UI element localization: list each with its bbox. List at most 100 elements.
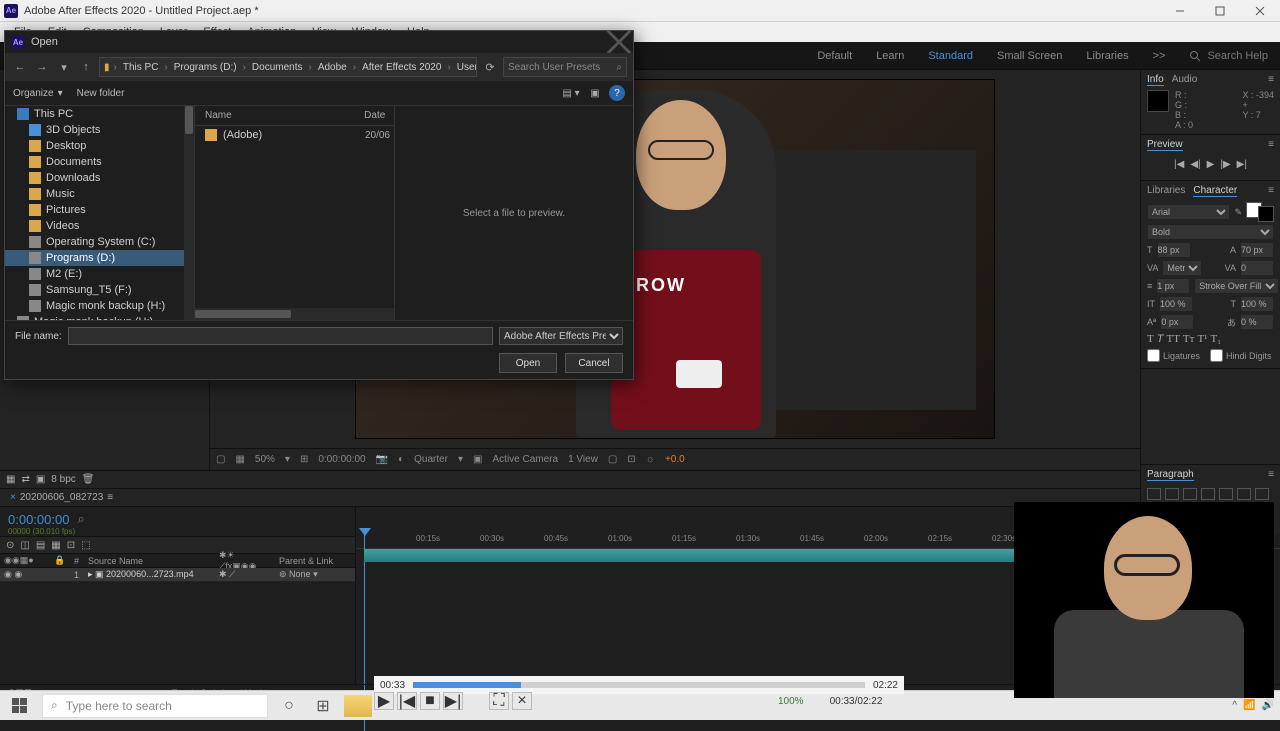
font-weight-select[interactable]: Bold (1147, 224, 1274, 240)
quality-dropdown-icon[interactable]: ▾ (458, 454, 463, 465)
tl-tool-icon[interactable]: ⬚ (81, 540, 90, 551)
tree-item[interactable]: Magic monk backup (H:) (5, 314, 194, 320)
timeline-timecode[interactable]: 0:00:00:00 (8, 512, 69, 527)
workspace-standard[interactable]: Standard (916, 50, 985, 62)
tab-libraries[interactable]: Libraries (1147, 185, 1185, 197)
hscale-input[interactable] (1240, 296, 1274, 312)
zoom-dropdown-icon[interactable]: ▾ (285, 454, 290, 465)
viewer-timecode[interactable]: 0:00:00:00 (318, 454, 365, 465)
tree-item[interactable]: M2 (E:) (5, 266, 194, 282)
type-regular-icon[interactable]: T (1147, 333, 1154, 345)
close-media-button[interactable]: × (512, 692, 532, 710)
start-button[interactable] (0, 691, 38, 721)
render-queue-icon[interactable]: ▦ (6, 474, 15, 485)
dialog-close-button[interactable] (605, 31, 633, 53)
workspace-default[interactable]: Default (805, 50, 864, 62)
tab-paragraph[interactable]: Paragraph (1147, 469, 1194, 481)
preview-pane-button[interactable]: ▣ (585, 84, 605, 102)
organize-button[interactable]: Organize ▾ (13, 88, 63, 99)
tab-info[interactable]: Info (1147, 74, 1164, 86)
new-folder-button[interactable]: New folder (77, 88, 125, 99)
flow-icon[interactable]: ⇄ (21, 474, 29, 485)
vscale-input[interactable] (1159, 296, 1193, 312)
quality-dropdown[interactable]: Quarter (414, 454, 448, 465)
trash-icon[interactable]: 🗑 (82, 474, 95, 485)
grid-icon[interactable]: ▦ (235, 454, 244, 465)
align-left-icon[interactable] (1147, 488, 1161, 500)
nav-recent-button[interactable]: ▾ (55, 58, 73, 76)
system-tray[interactable]: ^ 📶 🔊 (1232, 700, 1280, 711)
views-dropdown[interactable]: 1 View (568, 454, 598, 465)
layer-row[interactable]: ◉ ◉ 1 ▸ ▣ 20200060...2723.mp4 ✱ ⟋ ⊚ None… (0, 568, 355, 582)
breadcrumb[interactable]: ▮› This PC› Programs (D:)› Documents› Ad… (99, 57, 477, 77)
col-header-date[interactable]: Date (364, 110, 394, 121)
workspace-more[interactable]: >> (1141, 50, 1178, 62)
tray-volume-icon[interactable]: 🔊 (1262, 700, 1274, 711)
open-button[interactable]: Open (499, 353, 557, 373)
workspace-small-screen[interactable]: Small Screen (985, 50, 1074, 62)
stop-button[interactable]: ■ (420, 692, 440, 710)
scrollbar-thumb[interactable] (185, 106, 193, 134)
hindi-checkbox[interactable]: Hindi Digits (1210, 349, 1272, 362)
tree-item[interactable]: Desktop (5, 138, 194, 154)
tree-item[interactable]: Downloads (5, 170, 194, 186)
preview-next-icon[interactable]: |▶ (1220, 159, 1230, 170)
view-icon[interactable]: ▢ (608, 454, 617, 465)
justify-right-icon[interactable] (1237, 488, 1251, 500)
nav-up-button[interactable]: ↑ (77, 58, 95, 76)
panel-menu-icon[interactable]: ≡ (1268, 185, 1274, 197)
tree-item[interactable]: Documents (5, 154, 194, 170)
panel-menu-icon[interactable]: ≡ (1268, 139, 1274, 151)
transparency-icon[interactable]: ▣ (473, 454, 482, 465)
tree-item[interactable]: Magic monk backup (H:) (5, 298, 194, 314)
bpc-label[interactable]: 8 bpc (51, 474, 75, 485)
file-list[interactable]: Name Date (Adobe) 20/06 (195, 106, 395, 320)
type-italic-icon[interactable]: T (1157, 333, 1164, 345)
preview-last-icon[interactable]: ▶| (1237, 159, 1247, 170)
filetype-filter[interactable]: Adobe After Effects Preset (*.ffx (499, 327, 623, 345)
tray-wifi-icon[interactable]: 📶 (1243, 700, 1255, 711)
tl-tool-icon[interactable]: ⊡ (67, 540, 75, 551)
zoom-value[interactable]: 50% (255, 454, 275, 465)
cortana-button[interactable]: ○ (272, 691, 306, 721)
play-button[interactable]: ▶ (374, 692, 394, 710)
panel-menu-icon[interactable]: ≡ (1268, 74, 1274, 86)
justify-center-icon[interactable] (1219, 488, 1233, 500)
font-size-input[interactable] (1157, 242, 1191, 258)
stroke-fill-select[interactable]: Stroke Over Fill (1194, 278, 1279, 294)
camera-dropdown[interactable]: Active Camera (493, 454, 559, 465)
workspace-learn[interactable]: Learn (864, 50, 916, 62)
dialog-search[interactable]: Search User Presets ⌕ (503, 57, 627, 77)
align-center-icon[interactable] (1165, 488, 1179, 500)
next-button[interactable]: ▶| (443, 692, 463, 710)
exposure-icon[interactable]: ☼ (646, 454, 655, 465)
stroke-width-input[interactable] (1156, 278, 1190, 294)
workspace-libraries[interactable]: Libraries (1074, 50, 1140, 62)
type-allcaps-icon[interactable]: TT (1166, 333, 1179, 345)
filename-input[interactable] (68, 327, 493, 345)
playhead-icon[interactable] (359, 528, 371, 536)
tree-item[interactable]: This PC (5, 106, 194, 122)
window-close-button[interactable] (1240, 0, 1280, 22)
tree-item[interactable]: Music (5, 186, 194, 202)
fullscreen-button[interactable]: ⛶ (489, 692, 509, 710)
help-search[interactable]: Search Help (1177, 50, 1280, 62)
ligatures-checkbox[interactable]: Ligatures (1147, 349, 1200, 362)
align-right-icon[interactable] (1183, 488, 1197, 500)
preview-play-icon[interactable]: ▶ (1207, 159, 1215, 170)
tab-character[interactable]: Character (1193, 185, 1237, 197)
justify-all-icon[interactable] (1255, 488, 1269, 500)
panel-menu-icon[interactable]: ≡ (1268, 469, 1274, 481)
type-sub-icon[interactable]: T₁ (1210, 333, 1221, 345)
channel-icon[interactable]: ◐ (398, 454, 404, 465)
mask-icon[interactable]: ▢ (216, 454, 225, 465)
taskbar-search[interactable]: ⌕ Type here to search (42, 694, 268, 718)
tl-tool-icon[interactable]: ▤ (36, 540, 45, 551)
col-source[interactable]: Source Name (84, 556, 215, 566)
nav-forward-button[interactable]: → (33, 58, 51, 76)
tree-item[interactable]: Videos (5, 218, 194, 234)
col-header-name[interactable]: Name (195, 110, 364, 121)
exposure-value[interactable]: +0.0 (665, 454, 685, 465)
task-view-button[interactable]: ⊞ (306, 691, 340, 721)
taskbar-app-explorer[interactable] (344, 695, 372, 717)
